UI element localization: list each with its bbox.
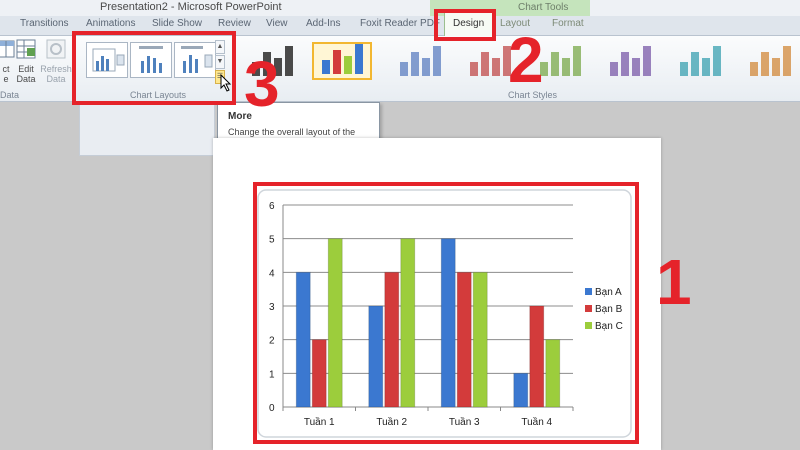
step-2-highlight-box bbox=[434, 9, 496, 41]
switch-row-column-label: ct bbox=[2, 64, 10, 74]
style-preview-bar bbox=[422, 58, 430, 76]
style-preview-bar bbox=[750, 62, 758, 76]
style-preview-bar bbox=[573, 46, 581, 76]
tab-slide-show[interactable]: Slide Show bbox=[152, 18, 202, 29]
step-3-highlight-box bbox=[72, 31, 236, 105]
style-preview-bar bbox=[621, 52, 629, 76]
chart-style-3-thumbnail[interactable] bbox=[392, 42, 452, 80]
style-preview-bar bbox=[411, 52, 419, 76]
data-group-label: Data bbox=[0, 90, 20, 100]
style-preview-bar bbox=[433, 46, 441, 76]
edit-data-sublabel: Data bbox=[16, 74, 36, 84]
style-preview-bar bbox=[344, 56, 352, 74]
style-preview-bar bbox=[562, 58, 570, 76]
step-3-number: 3 bbox=[244, 48, 280, 120]
chart-style-7-thumbnail[interactable] bbox=[672, 42, 732, 80]
style-preview-bar bbox=[481, 52, 489, 76]
chart-layouts-dropdown-panel bbox=[79, 102, 215, 156]
style-preview-bar bbox=[761, 52, 769, 76]
tab-animations[interactable]: Animations bbox=[86, 18, 135, 29]
style-preview-bar bbox=[322, 60, 330, 74]
style-preview-bar bbox=[610, 62, 618, 76]
tab-review[interactable]: Review bbox=[218, 18, 251, 29]
edit-data-icon bbox=[15, 38, 37, 60]
style-preview-bar bbox=[333, 50, 341, 74]
step-2-number: 2 bbox=[508, 24, 544, 96]
chart-style-6-thumbnail[interactable] bbox=[602, 42, 662, 80]
refresh-data-sublabel: Data bbox=[46, 74, 66, 84]
style-preview-bar bbox=[702, 58, 710, 76]
mouse-cursor-icon bbox=[220, 73, 232, 97]
style-preview-bar bbox=[285, 46, 293, 76]
edit-data-button[interactable]: Edit Data bbox=[10, 38, 42, 86]
style-preview-bar bbox=[492, 58, 500, 76]
style-preview-bar bbox=[400, 62, 408, 76]
switch-row-column-sublabel: e bbox=[3, 74, 9, 84]
tab-view[interactable]: View bbox=[266, 18, 288, 29]
title-bar: Presentation2 - Microsoft PowerPoint bbox=[0, 0, 800, 16]
refresh-data-icon bbox=[45, 38, 67, 60]
tab-add-ins[interactable]: Add-Ins bbox=[306, 18, 340, 29]
style-preview-bar bbox=[713, 46, 721, 76]
style-preview-bar bbox=[470, 62, 478, 76]
style-preview-bar bbox=[783, 46, 791, 76]
style-preview-bar bbox=[551, 52, 559, 76]
chart-style-2-thumbnail[interactable] bbox=[312, 42, 372, 80]
refresh-data-button[interactable]: Refresh Data bbox=[40, 38, 72, 86]
style-preview-bar bbox=[632, 58, 640, 76]
style-preview-bar bbox=[772, 58, 780, 76]
step-1-number: 1 bbox=[656, 246, 692, 318]
window-title: Presentation2 - Microsoft PowerPoint bbox=[100, 1, 282, 13]
step-1-highlight-box bbox=[253, 182, 639, 444]
tab-transitions[interactable]: Transitions bbox=[20, 18, 69, 29]
style-preview-bar bbox=[355, 44, 363, 74]
refresh-data-label: Refresh bbox=[40, 64, 72, 74]
tab-format[interactable]: Format bbox=[552, 18, 584, 29]
edit-data-label: Edit bbox=[18, 64, 34, 74]
style-preview-bar bbox=[680, 62, 688, 76]
tab-foxit-reader-pdf[interactable]: Foxit Reader PDF bbox=[360, 18, 440, 29]
style-preview-bar bbox=[691, 52, 699, 76]
chart-style-8-thumbnail[interactable] bbox=[742, 42, 800, 80]
style-preview-bar bbox=[643, 46, 651, 76]
chart-tools-label: Chart Tools bbox=[518, 2, 569, 13]
